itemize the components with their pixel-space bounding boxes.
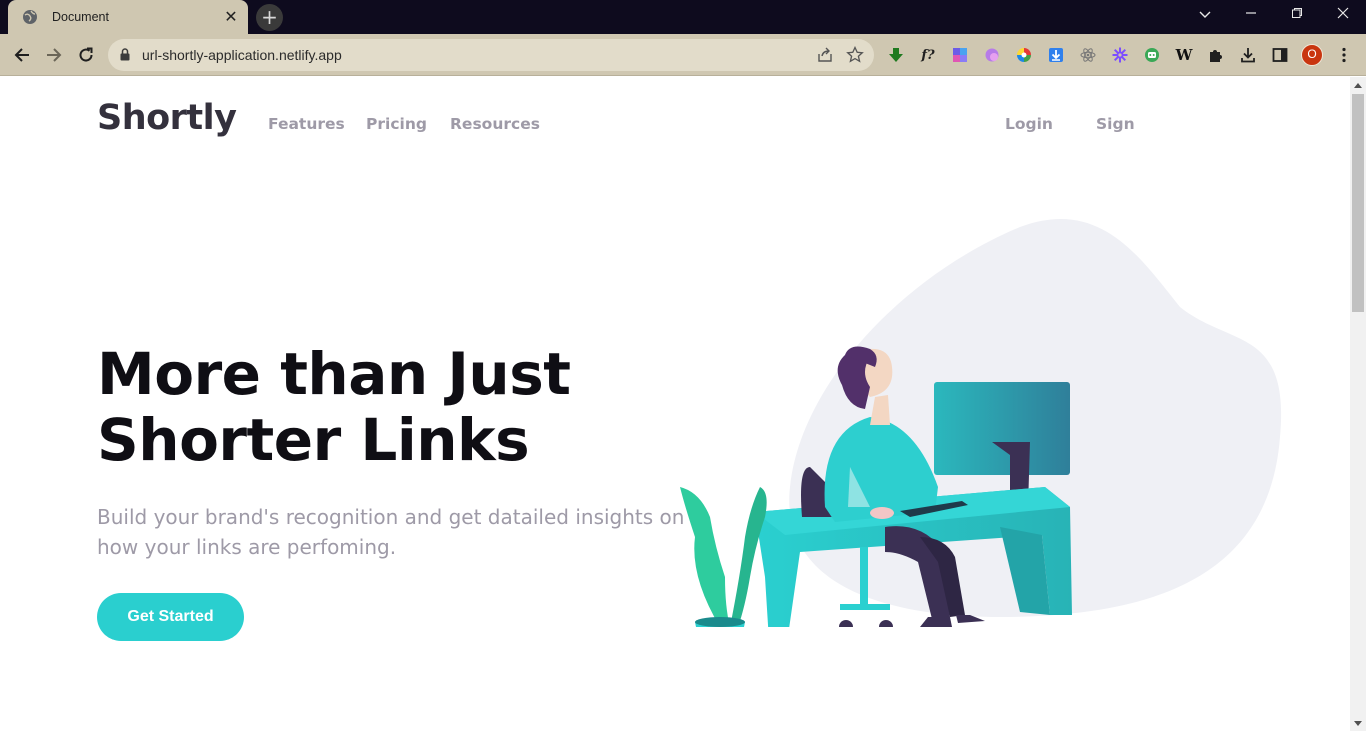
sign-link[interactable]: Sign	[1096, 115, 1135, 133]
back-arrow-icon	[14, 48, 29, 62]
react-icon[interactable]	[1079, 46, 1097, 64]
hero-subtitle: Build your brand's recognition and get d…	[97, 505, 685, 559]
puzzle-icon[interactable]	[1207, 46, 1225, 64]
nav-resources-link[interactable]: Resources	[450, 115, 540, 133]
blob-icon[interactable]	[983, 46, 1001, 64]
gear-flower-icon[interactable]	[1111, 46, 1129, 64]
browser-toolbar: url-shortly-application.netlify.app f? W…	[0, 34, 1366, 76]
hero-title-line1: More than Just	[97, 340, 571, 408]
download-box-icon[interactable]	[1047, 46, 1065, 64]
hero-title: More than Just Shorter Links	[97, 340, 571, 474]
globe-icon	[23, 10, 37, 24]
wikipedia-icon[interactable]: W	[1175, 46, 1193, 64]
back-button[interactable]	[9, 42, 35, 68]
nav-features-link[interactable]: Features	[268, 115, 345, 133]
site-logo[interactable]: Shortly	[97, 98, 237, 138]
function-icon[interactable]: f?	[919, 46, 937, 64]
scroll-up-arrow-icon[interactable]	[1354, 83, 1362, 88]
menu-kebab-icon[interactable]	[1335, 46, 1353, 64]
close-tab-icon[interactable]: ✕	[222, 8, 240, 26]
hero-title-line2: Shorter Links	[97, 406, 530, 474]
scroll-down-arrow-icon[interactable]	[1354, 721, 1362, 726]
hero-illustration	[680, 218, 1282, 627]
scrollbar-thumb[interactable]	[1352, 94, 1364, 312]
page-viewport: Shortly Features Pricing Resources Login…	[0, 77, 1350, 731]
close-window-icon[interactable]	[1320, 0, 1366, 30]
tab-search-icon[interactable]	[1182, 0, 1228, 30]
color-wheel-icon[interactable]	[1015, 46, 1033, 64]
page-scrollbar[interactable]	[1350, 77, 1366, 731]
downloads-icon[interactable]	[1239, 46, 1257, 64]
palette-icon[interactable]	[951, 46, 969, 64]
bookmark-star-icon[interactable]	[846, 46, 864, 64]
forward-button[interactable]	[41, 42, 67, 68]
address-bar[interactable]: url-shortly-application.netlify.app	[108, 39, 874, 71]
profile-avatar[interactable]: O	[1301, 44, 1323, 66]
login-link[interactable]: Login	[1005, 115, 1053, 133]
nav-pricing-link[interactable]: Pricing	[366, 115, 427, 133]
tab-title: Document	[52, 10, 109, 24]
restore-icon[interactable]	[1274, 0, 1320, 30]
url-text: url-shortly-application.netlify.app	[142, 47, 342, 63]
side-panel-icon[interactable]	[1271, 46, 1289, 64]
browser-tab[interactable]: Document ✕	[8, 0, 248, 34]
download-arrow-icon[interactable]	[887, 46, 905, 64]
get-started-button[interactable]: Get Started	[97, 593, 244, 641]
robot-icon[interactable]	[1143, 46, 1161, 64]
new-tab-button[interactable]: +	[256, 4, 283, 31]
share-icon[interactable]	[816, 46, 834, 64]
reload-button[interactable]	[73, 42, 99, 68]
forward-arrow-icon	[47, 48, 62, 62]
plant	[680, 487, 767, 627]
lock-icon	[120, 48, 130, 61]
minimize-icon[interactable]	[1228, 0, 1274, 30]
reload-icon	[79, 47, 93, 62]
browser-tab-bar: Document ✕ +	[0, 0, 1366, 34]
